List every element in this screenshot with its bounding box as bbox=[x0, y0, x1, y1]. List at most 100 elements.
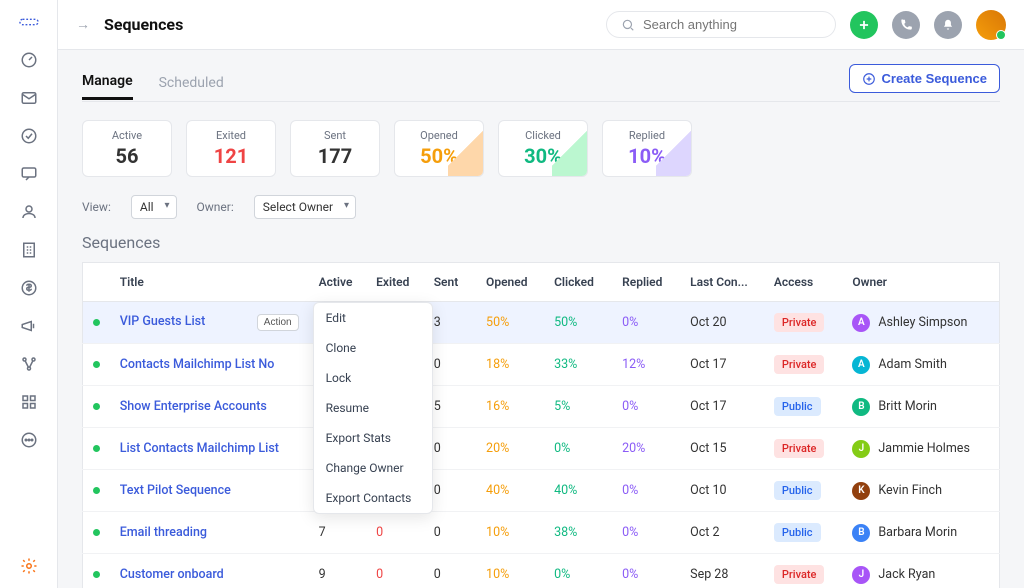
col-active: Active bbox=[309, 263, 367, 302]
owner-avatar-icon: A bbox=[852, 314, 870, 332]
user-icon[interactable] bbox=[19, 202, 39, 222]
search-icon bbox=[621, 18, 635, 32]
col-owner: Owner bbox=[842, 263, 999, 302]
menu-item[interactable]: Export Contacts bbox=[314, 483, 432, 513]
grid-icon[interactable] bbox=[19, 392, 39, 412]
menu-item[interactable]: Clone bbox=[314, 333, 432, 363]
dollar-icon[interactable] bbox=[19, 278, 39, 298]
menu-item[interactable]: Change Owner bbox=[314, 453, 432, 483]
sequence-title[interactable]: Show Enterprise Accounts bbox=[120, 399, 267, 414]
stat-active: Active56 bbox=[82, 120, 172, 177]
owner-cell: A Ashley Simpson bbox=[852, 314, 989, 332]
stat-exited: Exited121 bbox=[186, 120, 276, 177]
sequence-title[interactable]: Customer onboard bbox=[120, 567, 224, 582]
status-dot-icon bbox=[93, 319, 100, 326]
tab-scheduled[interactable]: Scheduled bbox=[159, 67, 224, 99]
topbar: → Sequences bbox=[58, 0, 1024, 50]
cell-replied: 0% bbox=[612, 512, 680, 554]
tab-manage[interactable]: Manage bbox=[82, 65, 133, 100]
owner-avatar-icon: B bbox=[852, 524, 870, 542]
sequence-title[interactable]: Contacts Mailchimp List No bbox=[120, 357, 275, 372]
view-select[interactable]: All bbox=[131, 195, 177, 219]
access-badge: Public bbox=[774, 397, 821, 416]
cell-replied: 12% bbox=[612, 344, 680, 386]
status-dot-icon bbox=[93, 571, 100, 578]
table-row[interactable]: List Contacts Mailchimp List020%0%20%Oct… bbox=[83, 428, 1000, 470]
sequence-title[interactable]: VIP Guests List bbox=[120, 314, 206, 329]
access-badge: Private bbox=[774, 565, 825, 584]
owner-avatar-icon: J bbox=[852, 440, 870, 458]
cell-replied: 0% bbox=[612, 386, 680, 428]
action-button[interactable]: Action bbox=[257, 314, 299, 331]
logo-icon[interactable] bbox=[19, 12, 39, 32]
table-row[interactable]: Customer onboard90010%0%0%Sep 28PrivateJ… bbox=[83, 554, 1000, 588]
menu-item[interactable]: Export Stats bbox=[314, 423, 432, 453]
status-dot-icon bbox=[93, 361, 100, 368]
chat-icon[interactable] bbox=[19, 164, 39, 184]
plus-circle-icon bbox=[862, 72, 876, 86]
owner-avatar-icon: A bbox=[852, 356, 870, 374]
more-icon[interactable] bbox=[19, 430, 39, 450]
search-input[interactable] bbox=[606, 11, 836, 38]
user-avatar[interactable] bbox=[976, 10, 1006, 40]
check-circle-icon[interactable] bbox=[19, 126, 39, 146]
col-sent: Sent bbox=[424, 263, 476, 302]
owner-name: Kevin Finch bbox=[878, 483, 942, 498]
cell-last: Oct 17 bbox=[680, 386, 764, 428]
cell-replied: 20% bbox=[612, 428, 680, 470]
table-row[interactable]: VIP Guests ListActionEditCloneLockResume… bbox=[83, 302, 1000, 344]
cell-opened: 10% bbox=[476, 512, 544, 554]
building-icon[interactable] bbox=[19, 240, 39, 260]
sequence-title[interactable]: Email threading bbox=[120, 525, 207, 540]
table-row[interactable]: Show Enterprise Accounts516%5%0%Oct 17Pu… bbox=[83, 386, 1000, 428]
cell-replied: 0% bbox=[612, 302, 680, 344]
owner-select[interactable]: Select Owner bbox=[254, 195, 356, 219]
gear-icon[interactable] bbox=[19, 556, 39, 576]
cell-last: Sep 28 bbox=[680, 554, 764, 588]
sequence-title[interactable]: Text Pilot Sequence bbox=[120, 483, 231, 498]
owner-avatar-icon: J bbox=[852, 566, 870, 584]
cell-opened: 40% bbox=[476, 470, 544, 512]
col-exited: Exited bbox=[366, 263, 424, 302]
back-arrow-icon[interactable]: → bbox=[76, 16, 90, 33]
cell-opened: 16% bbox=[476, 386, 544, 428]
owner-cell: JJack Ryan bbox=[852, 566, 989, 584]
action-menu: EditCloneLockResumeExport StatsChange Ow… bbox=[313, 302, 433, 514]
filters: View: All Owner: Select Owner bbox=[82, 195, 1000, 219]
mail-icon[interactable] bbox=[19, 88, 39, 108]
nodes-icon[interactable] bbox=[19, 354, 39, 374]
gauge-icon[interactable] bbox=[19, 50, 39, 70]
tabrow: Manage Scheduled Create Sequence bbox=[82, 64, 1000, 102]
phone-button[interactable] bbox=[892, 11, 920, 39]
owner-cell: KKevin Finch bbox=[852, 482, 989, 500]
owner-name: Jammie Holmes bbox=[878, 441, 970, 456]
table-row[interactable]: Email threading70010%38%0%Oct 2PublicBBa… bbox=[83, 512, 1000, 554]
add-button[interactable] bbox=[850, 11, 878, 39]
col-access: Access bbox=[764, 263, 843, 302]
owner-cell: J Jammie Holmes bbox=[852, 440, 989, 458]
cell-clicked: 40% bbox=[544, 470, 612, 512]
menu-item[interactable]: Resume bbox=[314, 393, 432, 423]
stat-replied: Replied10% bbox=[602, 120, 692, 177]
access-badge: Public bbox=[774, 523, 821, 542]
cell-opened: 50% bbox=[476, 302, 544, 344]
cell-clicked: 0% bbox=[544, 554, 612, 588]
table-row[interactable]: Text Pilot Sequence040%40%0%Oct 10Public… bbox=[83, 470, 1000, 512]
bell-button[interactable] bbox=[934, 11, 962, 39]
cell-sent: 0 bbox=[424, 512, 476, 554]
menu-item[interactable]: Edit bbox=[314, 303, 432, 333]
sequence-title[interactable]: List Contacts Mailchimp List bbox=[120, 441, 279, 456]
stat-sent: Sent177 bbox=[290, 120, 380, 177]
owner-name: Ashley Simpson bbox=[878, 315, 967, 330]
table-row[interactable]: Contacts Mailchimp List No018%33%12%Oct … bbox=[83, 344, 1000, 386]
create-sequence-button[interactable]: Create Sequence bbox=[849, 64, 1001, 93]
col-clicked: Clicked bbox=[544, 263, 612, 302]
cell-clicked: 38% bbox=[544, 512, 612, 554]
sidebar bbox=[0, 0, 58, 588]
page-title: Sequences bbox=[104, 15, 183, 34]
menu-item[interactable]: Lock bbox=[314, 363, 432, 393]
cell-opened: 10% bbox=[476, 554, 544, 588]
section-title: Sequences bbox=[82, 233, 1000, 252]
megaphone-icon[interactable] bbox=[19, 316, 39, 336]
sequences-table: Title Active Exited Sent Opened Clicked … bbox=[82, 262, 1000, 588]
